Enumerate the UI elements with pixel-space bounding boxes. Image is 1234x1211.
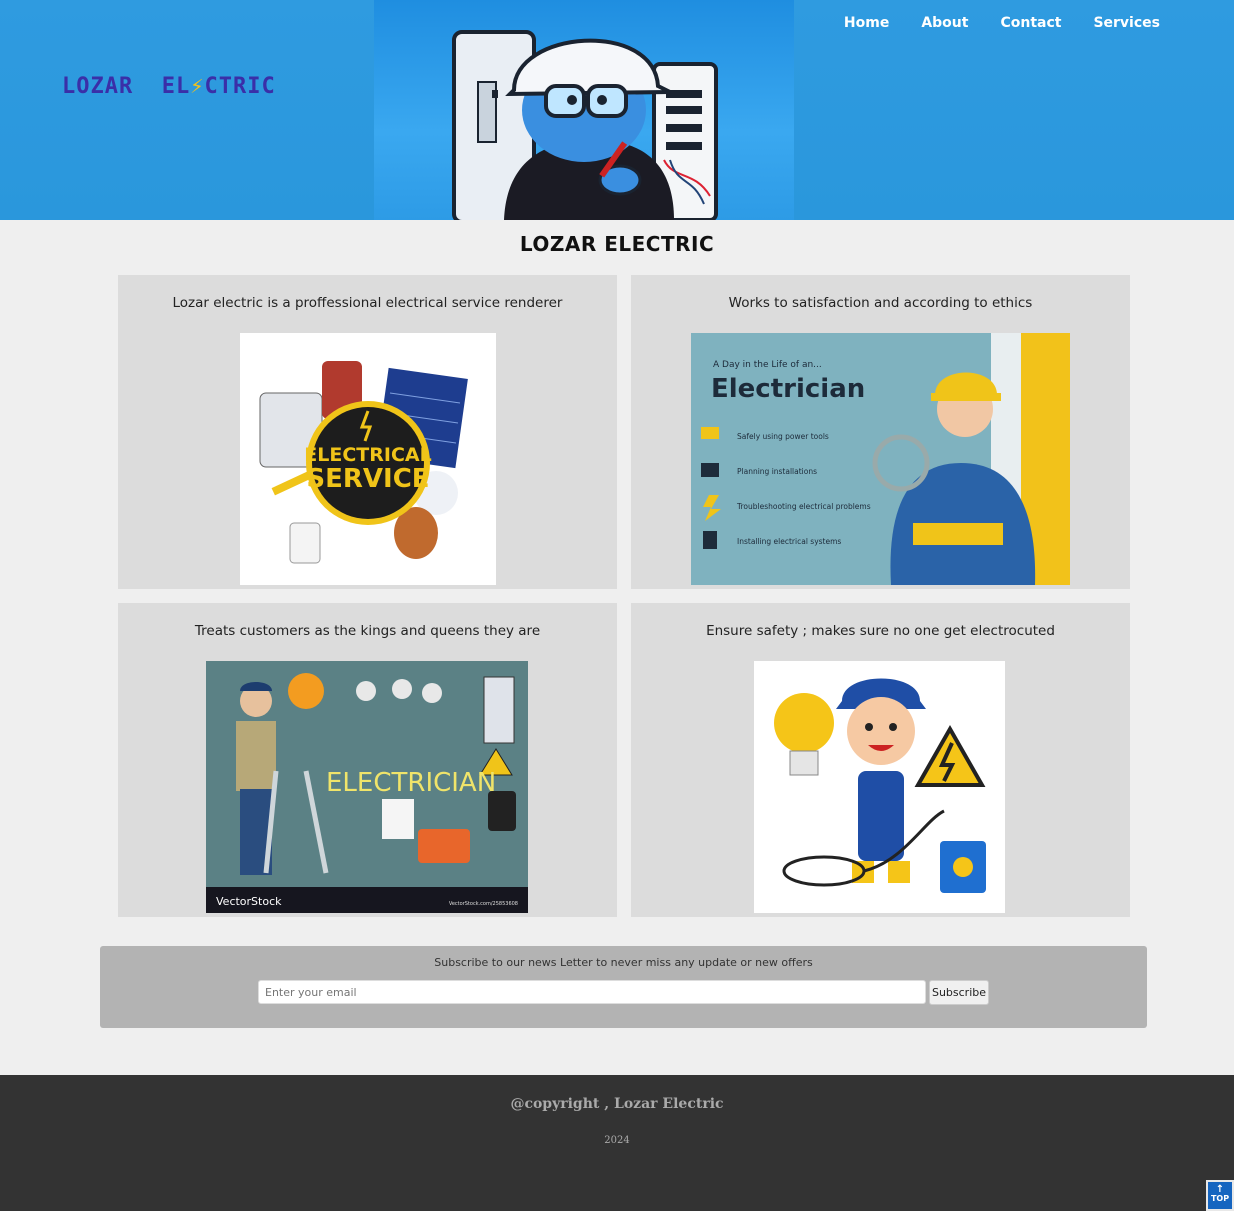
infographic-item-2: Planning installations bbox=[737, 467, 817, 476]
card-caption: Ensure safety ; makes sure no one get el… bbox=[706, 623, 1055, 639]
infographic-title: Electrician bbox=[711, 374, 865, 404]
logo-text-right: CTRIC bbox=[204, 74, 276, 99]
nav-about[interactable]: About bbox=[905, 14, 984, 32]
card-caption: Works to satisfaction and according to e… bbox=[728, 295, 1033, 311]
hero-electrician-image bbox=[374, 0, 794, 220]
day-in-life-electrician-image: A Day in the Life of an... Electrician S… bbox=[691, 333, 1070, 585]
nav-contact[interactable]: Contact bbox=[984, 14, 1077, 32]
subscribe-button[interactable]: Subscribe bbox=[929, 980, 989, 1005]
card-caption: Treats customers as the kings and queens… bbox=[194, 623, 541, 639]
feature-card-professional: Lozar electric is a proffessional electr… bbox=[118, 275, 617, 589]
feature-card-customers: Treats customers as the kings and queens… bbox=[118, 603, 617, 917]
bolt-icon: ⚡ bbox=[190, 74, 205, 99]
site-header: LOZAR EL⚡CTRIC Home About Contact Servic… bbox=[0, 0, 1234, 220]
newsletter-message: Subscribe to our news Letter to never mi… bbox=[434, 956, 813, 969]
vectorstock-brand: VectorStock bbox=[216, 895, 282, 908]
logo-text-mid: EL bbox=[161, 74, 191, 99]
electrician-illustration bbox=[452, 30, 718, 220]
copyright-text: @copyright , Lozar Electric bbox=[510, 1096, 724, 1112]
email-input[interactable] bbox=[258, 980, 926, 1004]
main-nav: Home About Contact Services bbox=[828, 14, 1176, 32]
feature-card-ethics: Works to satisfaction and according to e… bbox=[631, 275, 1130, 589]
feature-card-safety: Ensure safety ; makes sure no one get el… bbox=[631, 603, 1130, 917]
electrical-service-image: ELECTRICAL SERVICE bbox=[240, 333, 496, 585]
copyright-year: 2024 bbox=[604, 1135, 630, 1146]
card-caption: Lozar electric is a proffessional electr… bbox=[172, 295, 563, 311]
top-label: TOP bbox=[1210, 1194, 1230, 1203]
electrician-tools-image: VectorStock VectorStock.com/25853608 ELE… bbox=[206, 661, 528, 913]
badge-text-2: SERVICE bbox=[306, 464, 429, 494]
nav-services[interactable]: Services bbox=[1077, 14, 1176, 32]
vectorstock-url: VectorStock.com/25853608 bbox=[449, 901, 518, 907]
logo-text-left: LOZAR bbox=[62, 74, 134, 99]
infographic-small: A Day in the Life of an... bbox=[713, 360, 822, 370]
badge-text-1: ELECTRICAL bbox=[304, 444, 431, 466]
page-title: LOZAR ELECTRIC bbox=[519, 232, 715, 256]
nav-home[interactable]: Home bbox=[828, 14, 905, 32]
newsletter-section: Subscribe to our news Letter to never mi… bbox=[100, 946, 1147, 1028]
infographic-item-4: Installing electrical systems bbox=[737, 537, 841, 546]
infographic-item-3: Troubleshooting electrical problems bbox=[736, 502, 871, 511]
site-logo[interactable]: LOZAR EL⚡CTRIC bbox=[62, 74, 276, 99]
arrow-up-icon: ↑ bbox=[1215, 1184, 1225, 1195]
site-footer: @copyright , Lozar Electric 2024 bbox=[0, 1075, 1234, 1211]
electrician-word: ELECTRICIAN bbox=[326, 768, 496, 798]
back-to-top-button[interactable]: ↑ TOP bbox=[1206, 1180, 1234, 1211]
infographic-item-1: Safely using power tools bbox=[737, 432, 829, 441]
safety-kid-electrician-image bbox=[754, 661, 1005, 913]
